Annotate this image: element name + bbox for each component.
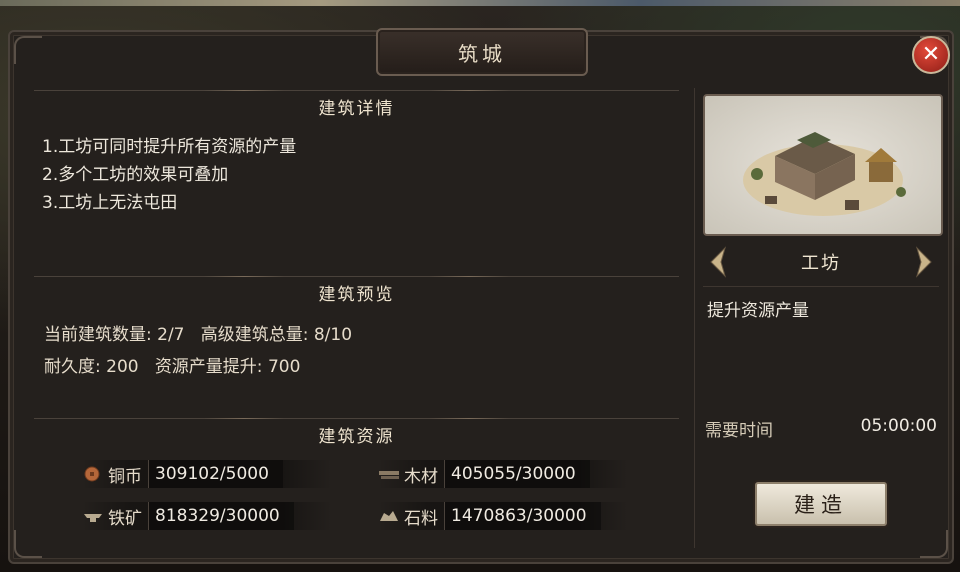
copper-name: 铜币 bbox=[108, 466, 142, 487]
count-label: 当前建筑数量: bbox=[44, 325, 152, 345]
resource-stone: 石料 1470863/30000 bbox=[378, 502, 628, 530]
wood-value: 405055/30000 bbox=[444, 460, 590, 488]
close-icon: ✕ bbox=[921, 42, 941, 67]
durability-label: 耐久度: bbox=[44, 357, 101, 377]
left-area: 建筑详情 1.工坊可同时提升所有资源的产量 2.多个工坊的效果可叠加 3.工坊上… bbox=[26, 88, 686, 548]
iron-ore-icon bbox=[82, 508, 102, 524]
building-name: 工坊 bbox=[801, 253, 841, 274]
copper-coin-icon bbox=[82, 466, 102, 482]
panel-corner bbox=[14, 36, 42, 64]
total-value: 8/10 bbox=[313, 325, 353, 345]
iron-name: 铁矿 bbox=[108, 508, 142, 529]
copper-value: 309102/5000 bbox=[148, 460, 283, 488]
building-image bbox=[703, 94, 943, 236]
stone-value: 1470863/30000 bbox=[444, 502, 601, 530]
resources-heading: 建筑资源 bbox=[34, 418, 679, 449]
top-strip bbox=[0, 0, 960, 6]
build-button[interactable]: 建造 bbox=[755, 482, 887, 526]
total-label: 高级建筑总量: bbox=[200, 325, 309, 345]
prev-building-button[interactable] bbox=[703, 242, 731, 282]
preview-row-2: 耐久度: 200 资源产量提升: 700 bbox=[44, 352, 300, 377]
durability-value: 200 bbox=[106, 357, 139, 377]
next-building-button[interactable] bbox=[911, 242, 939, 282]
resource-copper: 铜币 309102/5000 bbox=[82, 460, 332, 488]
chevron-left-icon bbox=[710, 246, 727, 278]
iron-value: 818329/30000 bbox=[148, 502, 294, 530]
building-description: 提升资源产量 bbox=[707, 301, 809, 321]
resource-wood: 木材 405055/30000 bbox=[378, 460, 628, 488]
building-selector: 工坊 bbox=[703, 238, 939, 287]
wood-name: 木材 bbox=[404, 466, 438, 487]
preview-row-1: 当前建筑数量: 2/7 高级建筑总量: 8/10 bbox=[44, 320, 352, 345]
preview-heading: 建筑预览 bbox=[34, 276, 679, 307]
chevron-right-icon bbox=[915, 246, 932, 278]
count-value: 2/7 bbox=[157, 325, 185, 345]
time-value: 05:00:00 bbox=[860, 416, 937, 436]
details-heading: 建筑详情 bbox=[34, 90, 679, 121]
stone-name: 石料 bbox=[404, 508, 438, 529]
right-area: 工坊 提升资源产量 需要时间 05:00:00 建造 bbox=[694, 88, 943, 548]
boost-label: 资源产量提升: bbox=[154, 357, 263, 377]
stone-icon bbox=[378, 508, 398, 524]
resource-iron: 铁矿 818329/30000 bbox=[82, 502, 332, 530]
wood-log-icon bbox=[378, 466, 399, 482]
detail-line: 3.工坊上无法屯田 bbox=[42, 193, 178, 213]
boost-value: 700 bbox=[267, 357, 301, 377]
window-title-plate: 筑城 bbox=[376, 28, 588, 76]
detail-line: 2.多个工坊的效果可叠加 bbox=[42, 165, 229, 185]
close-button[interactable]: ✕ bbox=[912, 36, 950, 74]
time-label: 需要时间 bbox=[705, 421, 773, 441]
detail-line: 1.工坊可同时提升所有资源的产量 bbox=[42, 137, 297, 157]
window-title: 筑城 bbox=[458, 41, 506, 66]
